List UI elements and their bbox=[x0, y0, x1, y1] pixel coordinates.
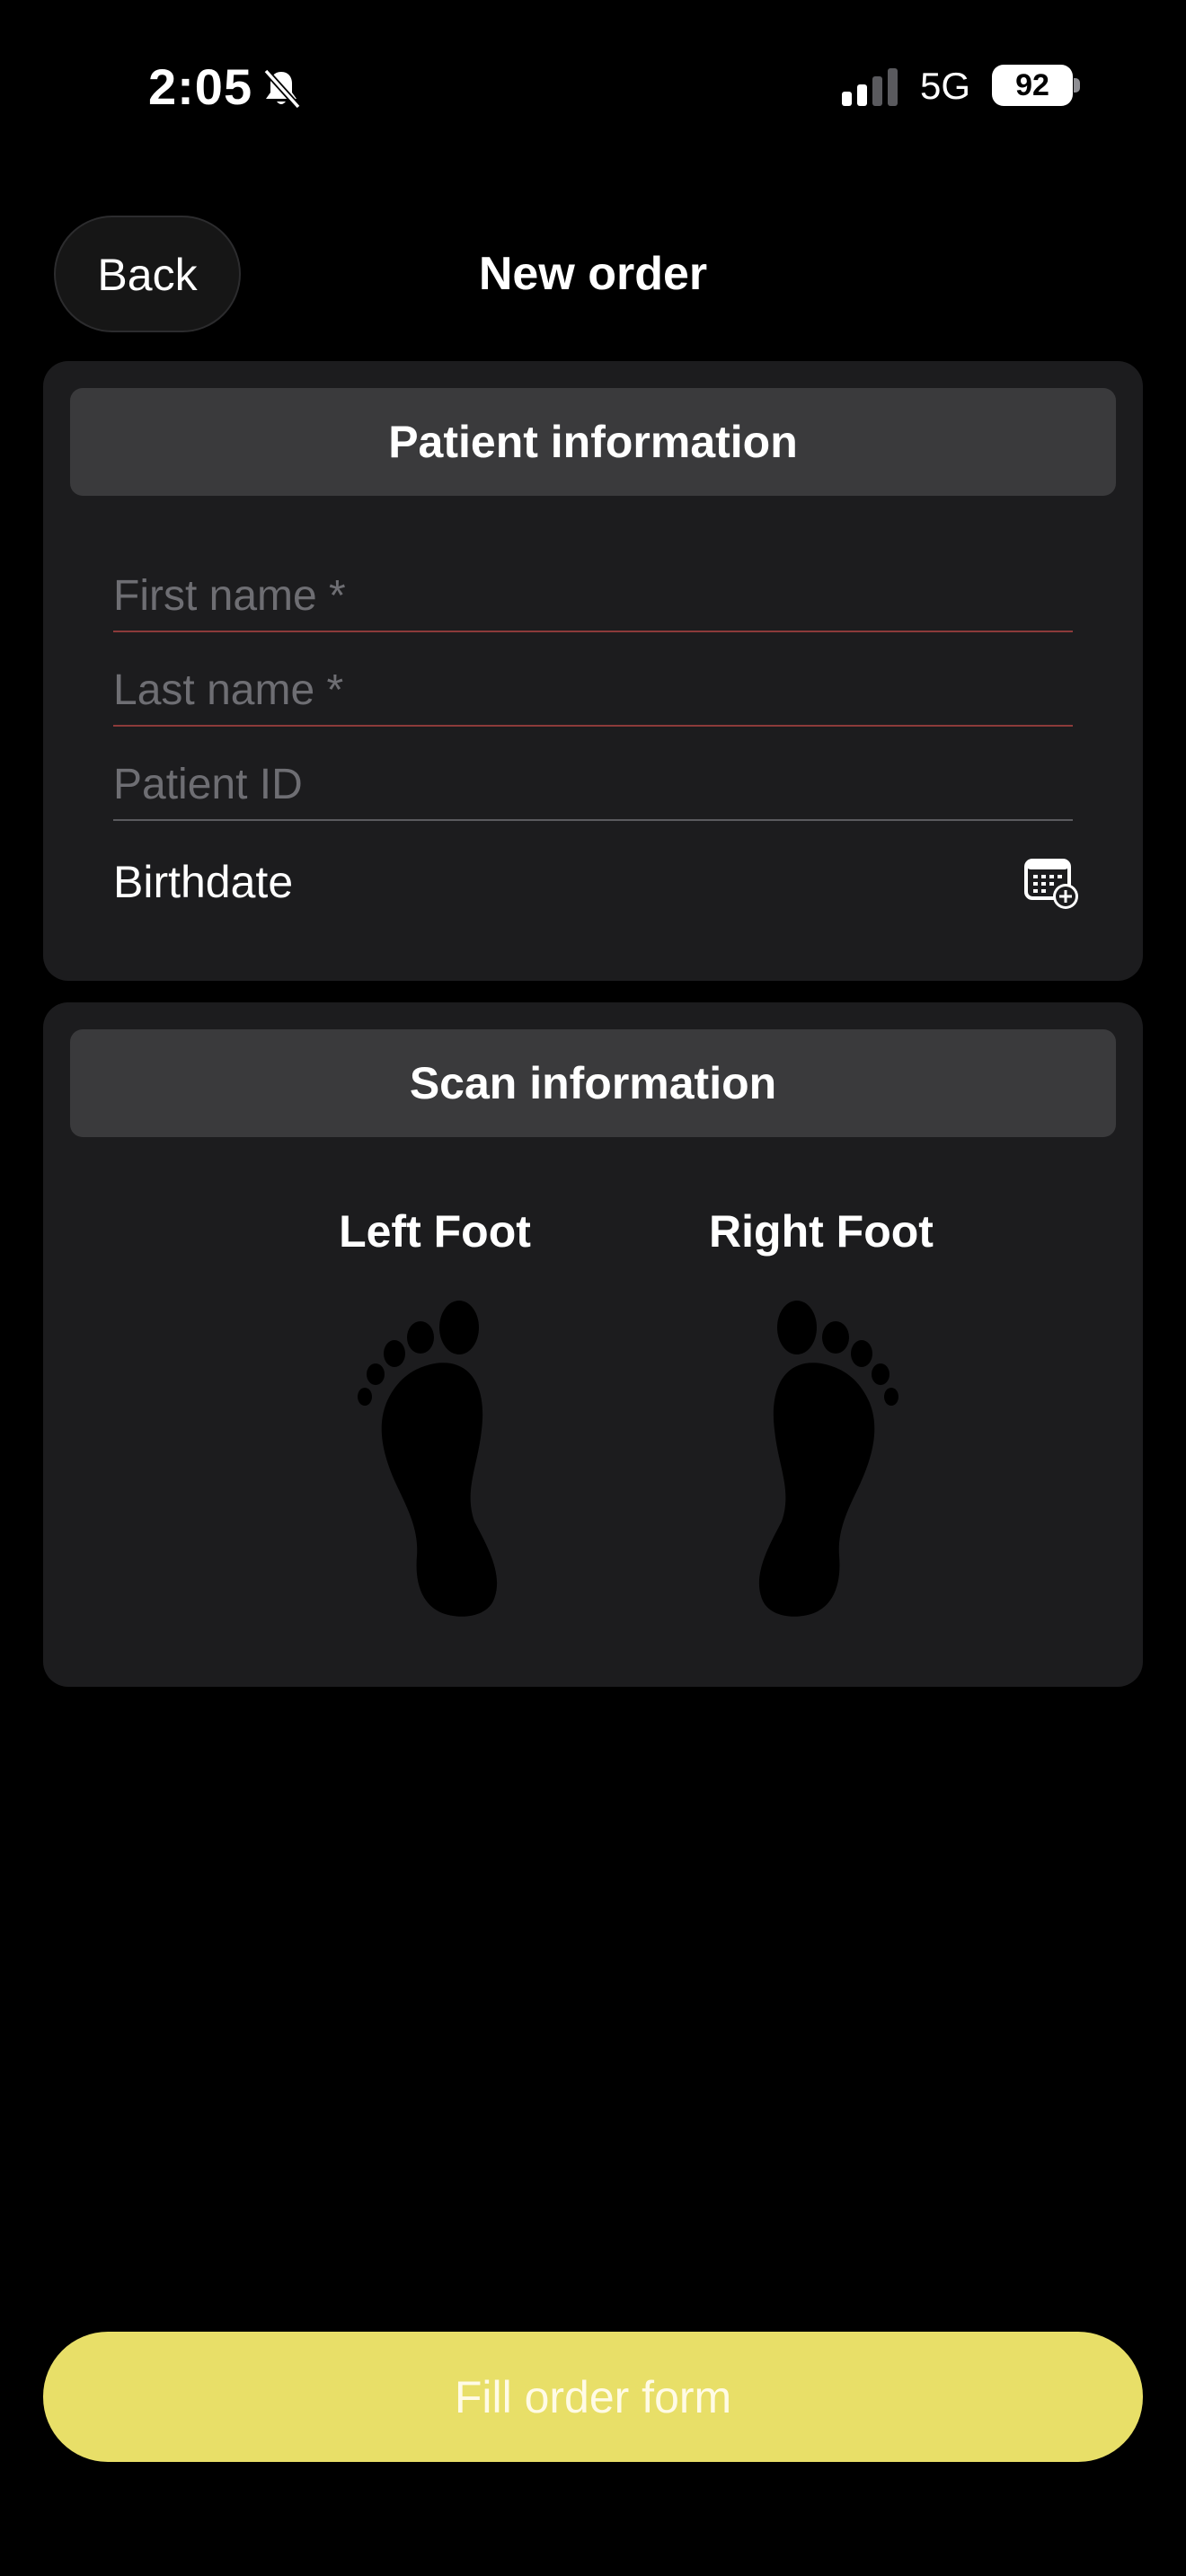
status-bar: 2:05 5G 92 bbox=[0, 0, 1186, 180]
back-button[interactable]: Back bbox=[54, 216, 241, 332]
battery-level: 92 bbox=[1015, 68, 1049, 102]
patient-id-input[interactable] bbox=[113, 749, 1073, 819]
calendar-add-icon[interactable] bbox=[1022, 853, 1080, 911]
first-name-underline bbox=[113, 631, 1073, 632]
patient-information-card: Patient information Birthdate bbox=[43, 361, 1143, 981]
right-foot-label: Right Foot bbox=[709, 1206, 934, 1257]
left-foot-scan[interactable]: Left Foot bbox=[273, 1200, 597, 1620]
battery-tip bbox=[1074, 78, 1080, 93]
battery-icon: 92 bbox=[992, 65, 1073, 106]
last-name-field[interactable] bbox=[113, 655, 1073, 727]
bell-slash-icon bbox=[263, 68, 301, 110]
left-foot-label: Left Foot bbox=[339, 1206, 531, 1257]
left-footprint-icon[interactable] bbox=[345, 1297, 525, 1620]
birthdate-row[interactable]: Birthdate bbox=[113, 846, 1078, 918]
fill-order-form-button[interactable]: Fill order form bbox=[43, 2332, 1143, 2462]
patient-id-underline bbox=[113, 819, 1073, 821]
last-name-underline bbox=[113, 725, 1073, 727]
first-name-input[interactable] bbox=[113, 560, 1073, 631]
scan-information-card: Scan information Left Foot Right Foot bbox=[43, 1002, 1143, 1687]
status-time: 2:05 bbox=[148, 58, 253, 115]
patient-id-field[interactable] bbox=[113, 749, 1073, 821]
right-footprint-icon[interactable] bbox=[731, 1297, 911, 1620]
network-type: 5G bbox=[920, 65, 971, 107]
patient-information-header: Patient information bbox=[70, 388, 1116, 496]
page-title: New order bbox=[478, 248, 708, 300]
right-foot-scan[interactable]: Right Foot bbox=[659, 1200, 983, 1620]
scan-information-header: Scan information bbox=[70, 1029, 1116, 1137]
birthdate-label: Birthdate bbox=[113, 857, 294, 907]
first-name-field[interactable] bbox=[113, 560, 1073, 632]
signal-icon bbox=[842, 68, 898, 106]
last-name-input[interactable] bbox=[113, 655, 1073, 725]
